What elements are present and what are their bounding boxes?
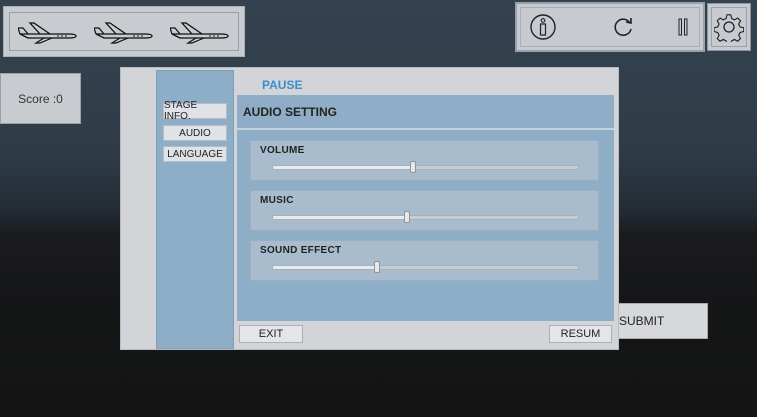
pause-icon bbox=[678, 18, 688, 36]
music-setting: MUSIC bbox=[250, 190, 599, 231]
settings-button[interactable] bbox=[707, 3, 751, 51]
sound-effect-label: SOUND EFFECT bbox=[260, 245, 342, 256]
info-button[interactable] bbox=[528, 12, 558, 42]
music-label: MUSIC bbox=[260, 195, 294, 206]
dialog-title: PAUSE bbox=[262, 78, 303, 92]
submit-button[interactable]: SUBMIT bbox=[610, 303, 708, 339]
volume-label: VOLUME bbox=[260, 145, 305, 156]
top-toolbar bbox=[515, 2, 705, 52]
lives-panel bbox=[3, 6, 245, 57]
score-display: Score :0 bbox=[0, 73, 81, 124]
airplane-icon bbox=[18, 21, 77, 44]
airplane-icon bbox=[170, 21, 229, 44]
menu-item-stage-info[interactable]: STAGE INFO. bbox=[163, 100, 227, 122]
section-header: AUDIO SETTING bbox=[237, 96, 614, 130]
menu-item-audio[interactable]: AUDIO bbox=[163, 125, 227, 141]
pause-dialog: STAGE INFO. AUDIO LANGUAGE PAUSE AUDIO S… bbox=[120, 67, 619, 350]
sound-effect-slider[interactable] bbox=[272, 261, 579, 273]
menu-item-language[interactable]: LANGUAGE bbox=[163, 146, 227, 162]
volume-slider-fill bbox=[273, 166, 414, 169]
resume-button[interactable]: RESUM bbox=[549, 325, 612, 343]
music-slider-fill bbox=[273, 216, 408, 219]
sound-effect-setting: SOUND EFFECT bbox=[250, 240, 599, 281]
airplane-icon bbox=[94, 21, 153, 44]
volume-slider-handle[interactable] bbox=[410, 161, 417, 173]
sound-effect-slider-handle[interactable] bbox=[373, 261, 380, 273]
volume-slider[interactable] bbox=[272, 161, 579, 173]
info-icon bbox=[530, 14, 556, 40]
exit-button[interactable]: EXIT bbox=[239, 325, 303, 343]
restart-button[interactable] bbox=[608, 12, 638, 42]
music-slider[interactable] bbox=[272, 211, 579, 223]
music-slider-handle[interactable] bbox=[404, 211, 411, 223]
restart-icon bbox=[614, 18, 632, 36]
settings-menu: STAGE INFO. AUDIO LANGUAGE bbox=[156, 70, 234, 349]
volume-setting: VOLUME bbox=[250, 140, 599, 181]
sound-effect-slider-fill bbox=[273, 266, 377, 269]
pause-button[interactable] bbox=[668, 12, 698, 42]
